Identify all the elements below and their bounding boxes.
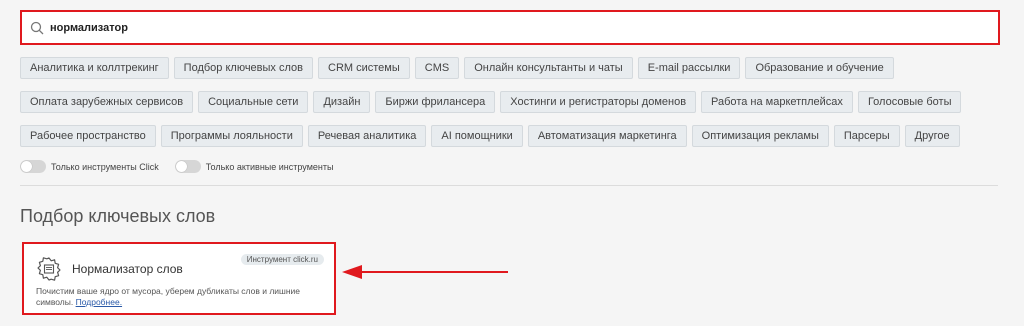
- card-more-link[interactable]: Подробнее.: [76, 297, 122, 307]
- category-tag[interactable]: Автоматизация маркетинга: [527, 125, 687, 147]
- category-row-3: Рабочее пространство Программы лояльност…: [20, 125, 960, 147]
- category-tag[interactable]: Рабочее пространство: [20, 125, 156, 147]
- category-tag[interactable]: Оптимизация рекламы: [691, 125, 829, 147]
- toggle-active-only[interactable]: Только активные инструменты: [174, 160, 334, 173]
- category-tag[interactable]: E-mail рассылки: [637, 57, 741, 79]
- category-tag[interactable]: Онлайн консультанты и чаты: [464, 57, 633, 79]
- category-tag[interactable]: Социальные сети: [198, 91, 309, 113]
- toggle-switch[interactable]: [20, 160, 46, 173]
- toggle-label: Только активные инструменты: [205, 161, 334, 172]
- category-row-1: Аналитика и коллтрекинг Подбор ключевых …: [20, 57, 894, 79]
- category-tag[interactable]: Биржи фрилансера: [375, 91, 496, 113]
- card-badge: Инструмент click.ru: [240, 254, 324, 265]
- search-input[interactable]: [50, 21, 998, 34]
- category-tag[interactable]: Хостинги и регистраторы доменов: [500, 91, 697, 113]
- category-row-2: Оплата зарубежных сервисов Социальные се…: [20, 91, 962, 113]
- divider: [20, 185, 998, 186]
- gear-document-icon: [37, 257, 61, 281]
- category-tag[interactable]: CRM системы: [318, 57, 410, 79]
- search-icon: [30, 21, 44, 34]
- category-tag[interactable]: Речевая аналитика: [307, 125, 427, 147]
- section-title: Подбор ключевых слов: [20, 206, 216, 226]
- category-tag[interactable]: AI помощники: [431, 125, 523, 147]
- card-title: Нормализатор слов: [72, 262, 183, 276]
- pointer-arrow-icon: [342, 265, 508, 279]
- filter-toggles: Только инструменты Click Только активные…: [20, 160, 333, 173]
- tool-card[interactable]: Нормализатор слов Инструмент click.ru По…: [22, 242, 336, 315]
- category-tag[interactable]: Дизайн: [313, 91, 371, 113]
- toggle-knob: [21, 161, 32, 172]
- category-tag[interactable]: Подбор ключевых слов: [173, 57, 313, 79]
- category-tag[interactable]: Парсеры: [833, 125, 900, 147]
- category-tag[interactable]: Голосовые боты: [857, 91, 962, 113]
- category-tag[interactable]: Образование и обучение: [745, 57, 894, 79]
- toggle-label: Только инструменты Click: [51, 161, 159, 172]
- toggle-switch[interactable]: [174, 160, 201, 173]
- category-tag[interactable]: Работа на маркетплейсах: [701, 91, 853, 113]
- category-tag[interactable]: Аналитика и коллтрекинг: [20, 57, 169, 79]
- toggle-knob: [175, 161, 187, 172]
- category-tag[interactable]: Программы лояльности: [160, 125, 303, 147]
- category-tag[interactable]: CMS: [414, 57, 460, 79]
- card-description: Почистим ваше ядро от мусора, уберем дуб…: [36, 286, 326, 308]
- toggle-click-only[interactable]: Только инструменты Click: [20, 160, 159, 173]
- search-box[interactable]: [20, 10, 1000, 45]
- category-tag[interactable]: Другое: [904, 125, 960, 147]
- category-tag[interactable]: Оплата зарубежных сервисов: [20, 91, 194, 113]
